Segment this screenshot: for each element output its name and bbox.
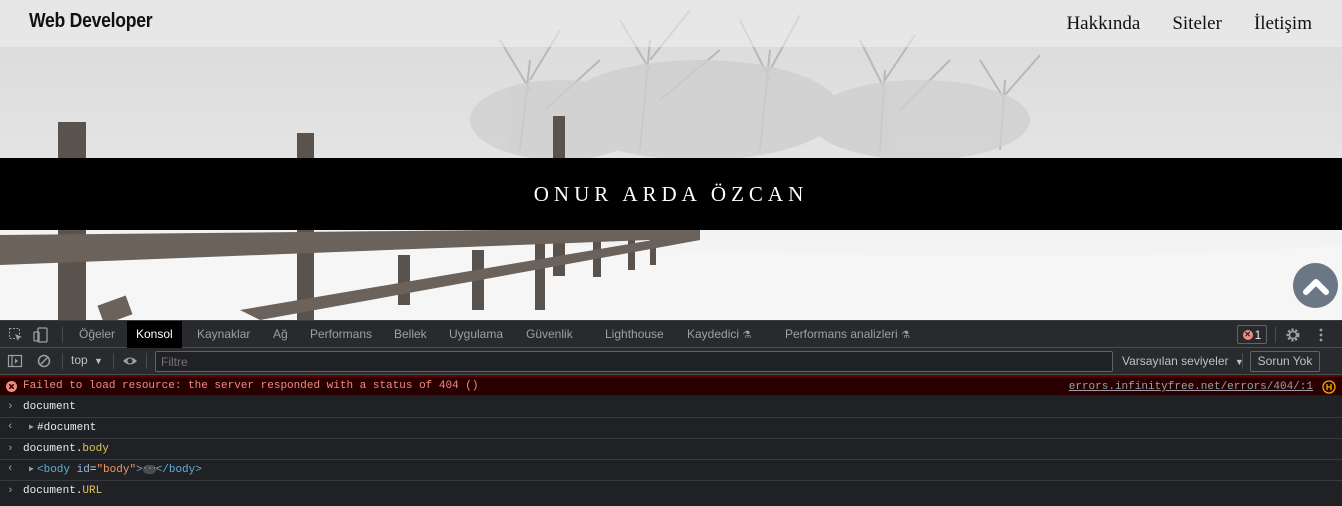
nav-link-sites[interactable]: Siteler: [1172, 13, 1222, 35]
clear-console-icon[interactable]: [36, 353, 52, 369]
console-input-entry: › document: [0, 397, 1342, 418]
toolbar-divider: [113, 353, 114, 369]
flask-icon: ⚗: [901, 330, 911, 341]
context-selector-value: top: [71, 353, 88, 367]
website-viewport: Web Developer Hakkında Siteler İletişim …: [0, 0, 1342, 320]
console-output-entry: ‹ ▶ <body id="body">···</body>: [0, 460, 1342, 481]
attr-name: id: [76, 464, 90, 476]
expand-triangle-icon[interactable]: ▶: [29, 464, 34, 474]
tag-open: <body: [37, 464, 71, 476]
console-output-node[interactable]: <body id="body">···</body>: [37, 464, 202, 476]
nav-link-contact[interactable]: İletişim: [1254, 13, 1312, 35]
console-error-row: Failed to load resource: the server resp…: [0, 376, 1342, 396]
tab-security[interactable]: Güvenlik: [517, 321, 582, 348]
error-count: 1: [1254, 327, 1262, 342]
tag-close: </body>: [155, 464, 202, 476]
hero-title: ONUR ARDA ÖZCAN: [533, 181, 809, 206]
toolbar-divider: [1242, 353, 1243, 369]
inspect-element-icon[interactable]: [8, 327, 24, 343]
nav-link-about[interactable]: Hakkında: [1066, 13, 1140, 35]
chevron-up-icon: [1302, 278, 1329, 295]
tab-console[interactable]: Konsol: [127, 321, 182, 348]
site-nav: Hakkında Siteler İletişim: [1066, 13, 1312, 35]
error-icon: [6, 381, 17, 392]
log-levels-dropdown[interactable]: Varsayılan seviyeler ▼: [1122, 354, 1244, 368]
tab-network[interactable]: Ağ: [264, 321, 297, 348]
site-navbar: Web Developer Hakkında Siteler İletişim: [0, 0, 1342, 47]
tab-memory[interactable]: Bellek: [385, 321, 436, 348]
expand-triangle-icon[interactable]: ▶: [29, 422, 34, 432]
tab-performance[interactable]: Performans: [301, 321, 381, 348]
console-filter-input[interactable]: [155, 351, 1113, 372]
error-count-badge[interactable]: ✕ 1: [1237, 325, 1267, 344]
error-icon: ✕: [1242, 329, 1253, 340]
more-options-icon[interactable]: [1313, 327, 1329, 343]
scroll-to-top-button[interactable]: [1293, 263, 1338, 308]
hero-banner: ONUR ARDA ÖZCAN: [0, 158, 1342, 230]
console-output-text[interactable]: #document: [37, 422, 96, 434]
tab-performance-insights-label: Performans analizleri: [785, 327, 898, 341]
console-toolbar: top ▼ Varsayılan seviyeler ▼ Sorun Yok: [0, 348, 1342, 375]
flask-icon: ⚗: [742, 330, 752, 341]
sidebar-toggle-icon[interactable]: [7, 353, 23, 369]
console-input-entry: › document.body: [0, 439, 1342, 460]
toolbar-divider: [146, 353, 147, 369]
ai-explain-icon[interactable]: [1322, 380, 1336, 394]
expression-property: URL: [82, 485, 103, 497]
tabbar-divider: [1275, 327, 1276, 343]
context-selector[interactable]: top ▼: [71, 353, 103, 367]
error-source-link[interactable]: errors.infinityfree.net/errors/404/:1: [1069, 381, 1313, 393]
issues-button[interactable]: Sorun Yok: [1250, 351, 1320, 372]
devtools-panel: Öğeler Konsol Kaynaklar Ağ Performans Be…: [0, 320, 1342, 506]
live-expression-eye-icon[interactable]: [122, 353, 138, 369]
expression-property: body: [82, 443, 109, 455]
tab-performance-insights[interactable]: Performans analizleri ⚗: [776, 321, 919, 348]
error-message: Failed to load resource: the server resp…: [23, 380, 479, 392]
output-return-icon: ‹: [7, 463, 14, 475]
tab-sources[interactable]: Kaynaklar: [188, 321, 259, 348]
dropdown-arrow-icon: ▼: [94, 356, 103, 366]
console-input-text: document: [23, 401, 76, 413]
log-levels-label: Varsayılan seviyeler: [1122, 354, 1229, 368]
output-return-icon: ‹: [7, 421, 14, 433]
tab-lighthouse[interactable]: Lighthouse: [596, 321, 673, 348]
devtools-tabbar: Öğeler Konsol Kaynaklar Ağ Performans Be…: [0, 320, 1342, 348]
site-brand[interactable]: Web Developer: [29, 10, 153, 33]
console-output-entry: ‹ ▶ #document: [0, 418, 1342, 439]
tab-application[interactable]: Uygulama: [440, 321, 512, 348]
expression-object: document: [23, 485, 76, 497]
tab-recorder-label: Kaydedici: [687, 327, 740, 341]
tab-elements[interactable]: Öğeler: [70, 321, 124, 348]
device-toolbar-icon[interactable]: [33, 327, 49, 343]
console-messages: › document ‹ ▶ #document › document.body…: [0, 397, 1342, 502]
input-prompt-icon: ›: [7, 443, 14, 455]
console-input-entry: › document.URL: [0, 481, 1342, 502]
console-input-text: document.URL: [23, 485, 103, 497]
expression-object: document: [23, 443, 76, 455]
tab-recorder[interactable]: Kaydedici ⚗: [678, 321, 760, 348]
settings-gear-icon[interactable]: [1285, 327, 1301, 343]
attr-value: "body": [96, 464, 137, 476]
console-input-text: document.body: [23, 443, 109, 455]
ellipsis-icon[interactable]: ···: [142, 464, 157, 474]
input-prompt-icon: ›: [7, 485, 14, 497]
toolbar-divider: [62, 353, 63, 369]
tabbar-divider: [62, 327, 63, 343]
input-prompt-icon: ›: [7, 401, 14, 413]
